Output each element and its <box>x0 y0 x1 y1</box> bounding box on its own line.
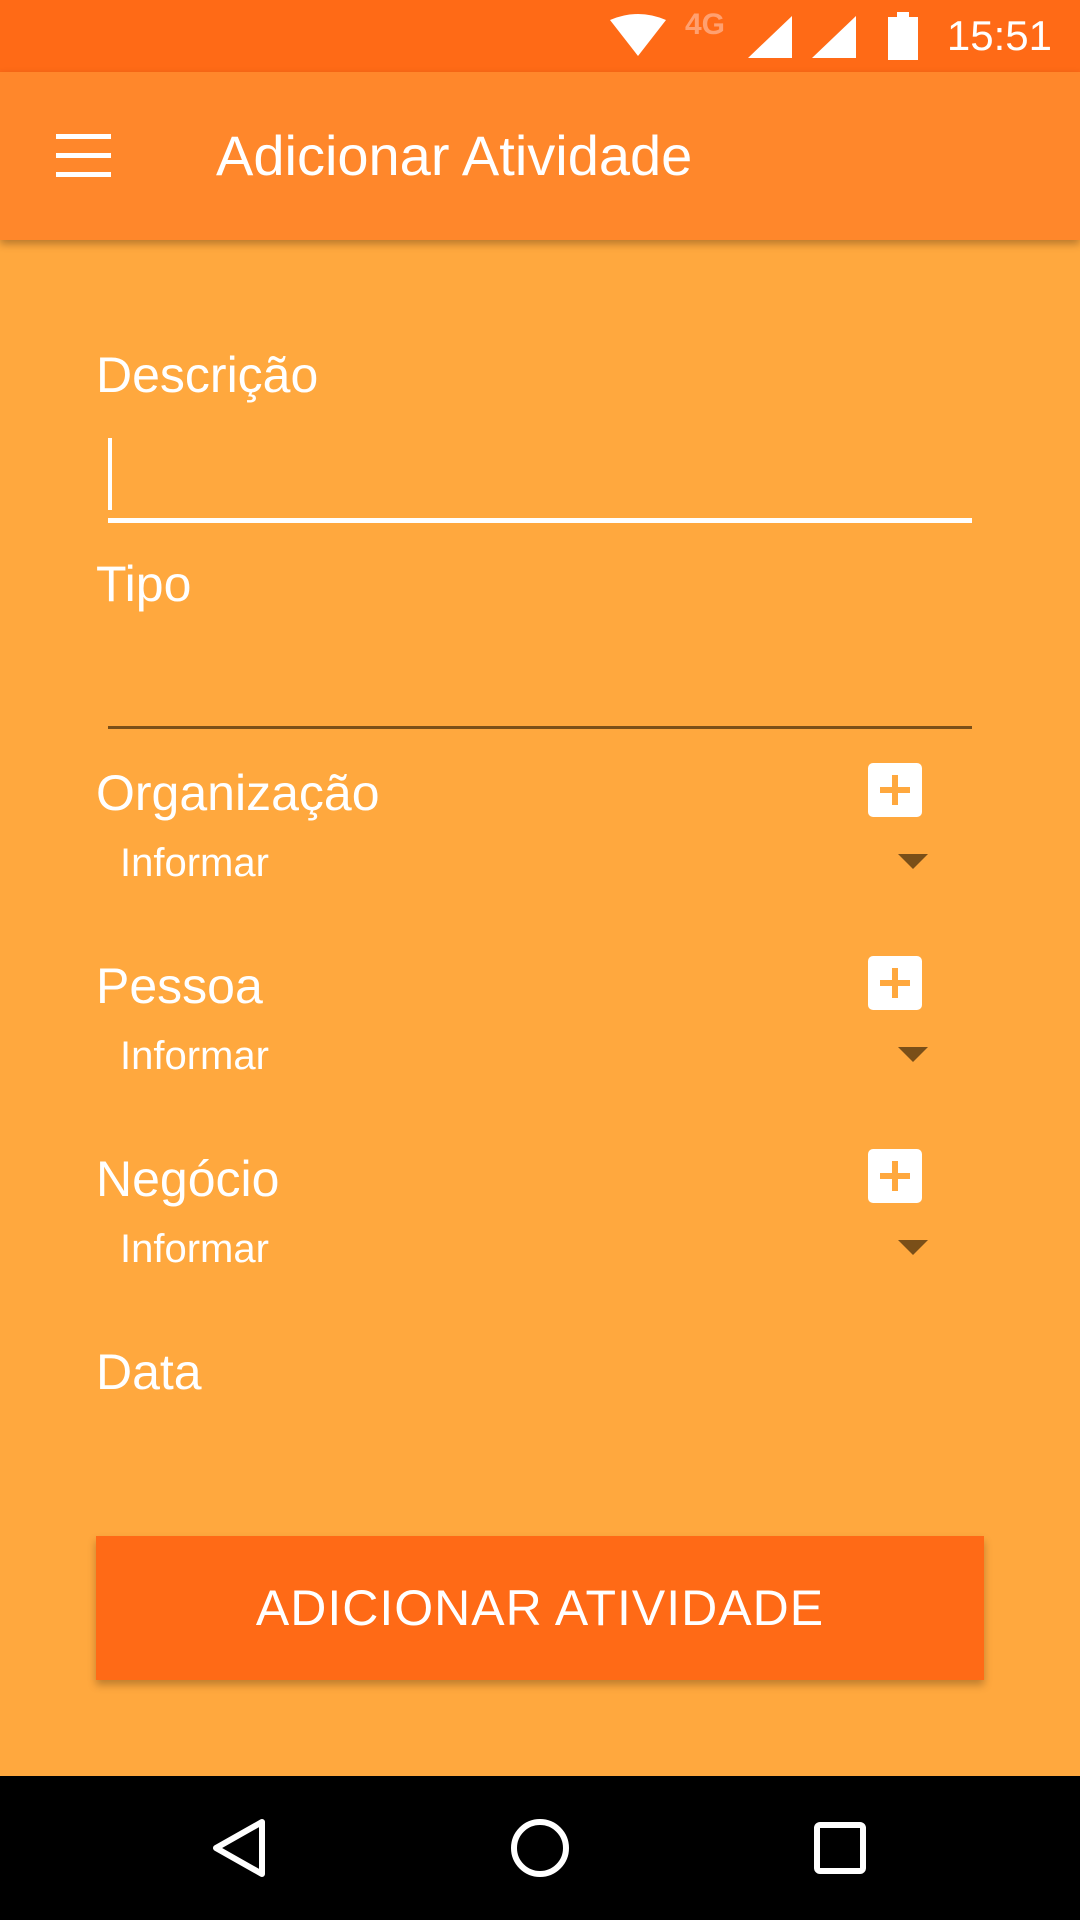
signal-icon <box>748 16 792 58</box>
organizacao-select[interactable]: Informar <box>108 830 938 900</box>
data-picker[interactable] <box>108 1410 972 1500</box>
tipo-input[interactable] <box>108 630 972 730</box>
status-bar: 4G 15:51 <box>0 0 1080 72</box>
pessoa-label: Pessoa <box>96 958 263 1014</box>
negocio-select-value: Informar <box>120 1227 269 1271</box>
add-pessoa-button[interactable] <box>868 956 922 1010</box>
pessoa-select[interactable]: Informar <box>108 1023 938 1093</box>
battery-icon <box>888 12 918 60</box>
wifi-icon <box>610 14 666 56</box>
app-bar: Adicionar Atividade <box>0 72 1080 240</box>
add-organizacao-button[interactable] <box>868 763 922 817</box>
signal-icon-2 <box>812 16 856 58</box>
descricao-label: Descrição <box>96 347 319 403</box>
adicionar-atividade-button[interactable]: ADICIONAR ATIVIDADE <box>96 1536 984 1680</box>
data-label: Data <box>96 1344 202 1400</box>
status-time: 15:51 <box>946 12 1052 59</box>
recents-square-icon[interactable] <box>796 1804 884 1892</box>
back-triangle-icon[interactable] <box>196 1804 284 1892</box>
negocio-label: Negócio <box>96 1151 280 1207</box>
text-cursor <box>108 438 112 510</box>
tipo-label: Tipo <box>96 556 192 612</box>
add-negocio-button[interactable] <box>868 1149 922 1203</box>
organizacao-label: Organização <box>96 765 380 821</box>
organizacao-select-value: Informar <box>120 841 269 885</box>
network-type-label: 4G <box>685 8 726 41</box>
dropdown-arrow-icon <box>898 854 928 869</box>
page-title: Adicionar Atividade <box>216 124 693 187</box>
home-circle-icon[interactable] <box>496 1804 584 1892</box>
descricao-underline <box>108 518 972 523</box>
hamburger-icon[interactable] <box>40 122 126 190</box>
system-nav-bar <box>0 1776 1080 1920</box>
negocio-select[interactable]: Informar <box>108 1216 938 1286</box>
tipo-underline <box>108 726 972 729</box>
pessoa-select-value: Informar <box>120 1034 269 1078</box>
descricao-input[interactable] <box>108 420 972 520</box>
dropdown-arrow-icon <box>898 1240 928 1255</box>
dropdown-arrow-icon <box>898 1047 928 1062</box>
